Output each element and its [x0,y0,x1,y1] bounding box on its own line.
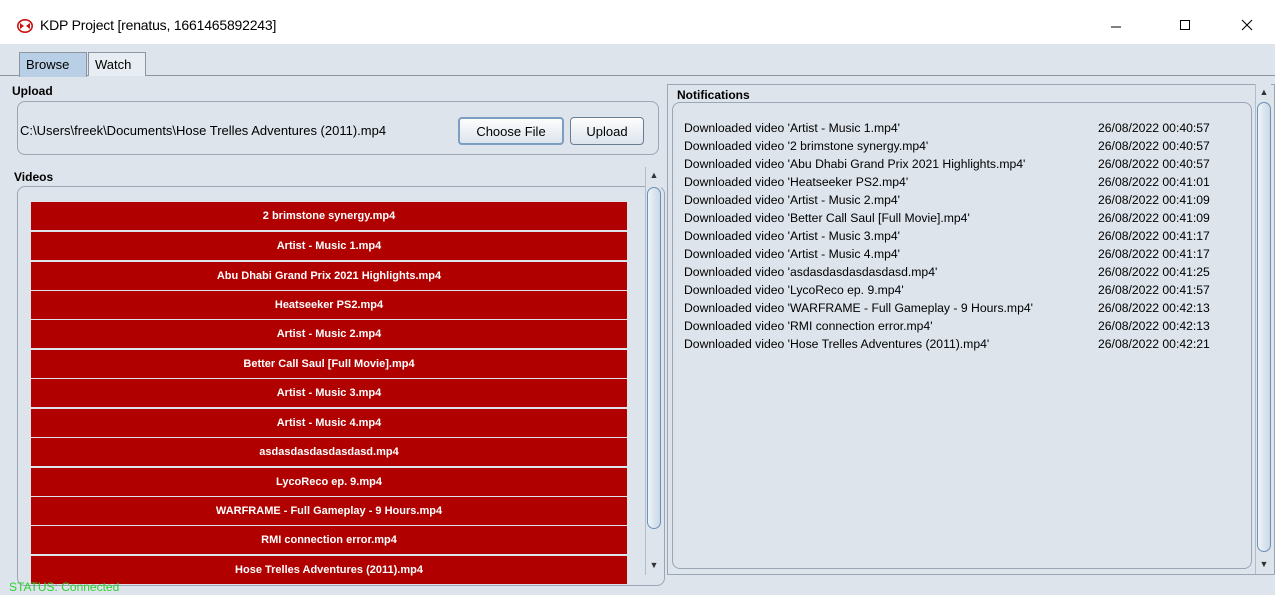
notification-message: Downloaded video 'Abu Dhabi Grand Prix 2… [684,157,1026,171]
minimize-button[interactable] [1093,9,1139,41]
notification-row: Downloaded video 'Artist - Music 1.mp4' 2… [684,121,1244,137]
video-item[interactable]: Artist - Music 1.mp4 [31,232,627,260]
notification-time: 26/08/2022 00:42:13 [1098,319,1210,333]
scroll-up-arrow-icon[interactable]: ▲ [1256,84,1272,100]
scroll-down-arrow-icon[interactable]: ▼ [1256,556,1272,572]
video-item[interactable]: Hose Trelles Adventures (2011).mp4 [31,556,627,584]
video-item[interactable]: LycoReco ep. 9.mp4 [31,468,627,496]
notification-time: 26/08/2022 00:41:57 [1098,283,1210,297]
notification-row: Downloaded video 'Heatseeker PS2.mp4' 26/… [684,175,1244,191]
notification-row: Downloaded video 'asdasdasdasdasdasd.mp4… [684,265,1244,281]
notification-row: Downloaded video 'RMI connection error.m… [684,319,1244,335]
status-text: STATUS: Connected [9,580,120,594]
notification-row: Downloaded video 'Abu Dhabi Grand Prix 2… [684,157,1244,173]
notification-time: 26/08/2022 00:41:25 [1098,265,1210,279]
video-item[interactable]: WARFRAME - Full Gameplay - 9 Hours.mp4 [31,497,627,525]
notification-row: Downloaded video 'Artist - Music 4.mp4' 2… [684,247,1244,263]
video-item[interactable]: Heatseeker PS2.mp4 [31,291,627,319]
notification-message: Downloaded video 'WARFRAME - Full Gamepl… [684,301,1033,315]
notifications-scroll-thumb[interactable] [1257,102,1271,552]
video-item[interactable]: RMI connection error.mp4 [31,526,627,554]
window-title: KDP Project [renatus, 1661465892243] [40,17,277,33]
notification-message: Downloaded video 'RMI connection error.m… [684,319,933,333]
video-item[interactable]: Abu Dhabi Grand Prix 2021 Highlights.mp4 [31,262,627,290]
minimize-icon [1111,26,1121,28]
notification-time: 26/08/2022 00:41:17 [1098,229,1210,243]
notification-time: 26/08/2022 00:41:09 [1098,211,1210,225]
notification-time: 26/08/2022 00:41:09 [1098,193,1210,207]
choose-file-button[interactable]: Choose File [458,117,564,145]
notification-time: 26/08/2022 00:40:57 [1098,139,1210,153]
notification-message: Downloaded video 'Artist - Music 2.mp4' [684,193,900,207]
kdp-app-icon [17,19,33,33]
close-icon [1241,19,1253,31]
notification-message: Downloaded video 'asdasdasdasdasdasd.mp4… [684,265,938,279]
notification-message: Downloaded video 'Heatseeker PS2.mp4' [684,175,909,189]
selected-file-path: C:\Users\freek\Documents\Hose Trelles Ad… [20,123,387,138]
notification-message: Downloaded video '2 brimstone synergy.mp… [684,139,929,153]
upload-button[interactable]: Upload [570,117,644,145]
maximize-button[interactable] [1162,9,1208,41]
notification-time: 26/08/2022 00:41:01 [1098,175,1210,189]
videos-section-title: Videos [14,170,54,184]
notification-time: 26/08/2022 00:41:17 [1098,247,1210,261]
notification-row: Downloaded video '2 brimstone synergy.mp… [684,139,1244,155]
video-item[interactable]: Artist - Music 4.mp4 [31,409,627,437]
notification-message: Downloaded video 'LycoReco ep. 9.mp4' [684,283,904,297]
notification-time: 26/08/2022 00:40:57 [1098,121,1210,135]
maximize-icon [1180,20,1190,30]
videos-scroll-thumb[interactable] [647,187,661,529]
notification-row: Downloaded video 'LycoReco ep. 9.mp4' 26/… [684,283,1244,299]
notification-message: Downloaded video 'Artist - Music 3.mp4' [684,229,900,243]
notifications-scrollbar[interactable]: ▲ ▼ [1255,84,1271,574]
video-item[interactable]: Better Call Saul [Full Movie].mp4 [31,350,627,378]
video-item[interactable]: 2 brimstone synergy.mp4 [31,202,627,230]
notification-row: Downloaded video 'Better Call Saul [Full… [684,211,1244,227]
notification-time: 26/08/2022 00:42:21 [1098,337,1210,351]
tab-browse[interactable]: Browse [19,52,87,77]
video-item[interactable]: Artist - Music 2.mp4 [31,320,627,348]
notification-message: Downloaded video 'Artist - Music 4.mp4' [684,247,900,261]
notification-message: Downloaded video 'Hose Trelles Adventure… [684,337,990,351]
notification-row: Downloaded video 'Hose Trelles Adventure… [684,337,1244,353]
tab-strip: Browse Watch [0,52,1275,77]
notification-row: Downloaded video 'Artist - Music 3.mp4' 2… [684,229,1244,245]
notification-time: 26/08/2022 00:42:13 [1098,301,1210,315]
close-button[interactable] [1224,9,1270,41]
video-item[interactable]: Artist - Music 3.mp4 [31,379,627,407]
title-bar: KDP Project [renatus, 1661465892243] [0,0,1275,44]
notification-row: Downloaded video 'Artist - Music 2.mp4' 2… [684,193,1244,209]
videos-list: 2 brimstone synergy.mp4 Artist - Music 1… [17,186,665,586]
videos-scrollbar[interactable]: ▲ ▼ [645,167,661,575]
scroll-down-arrow-icon[interactable]: ▼ [646,557,662,573]
notification-message: Downloaded video 'Better Call Saul [Full… [684,211,970,225]
notification-time: 26/08/2022 00:40:57 [1098,157,1210,171]
notification-row: Downloaded video 'WARFRAME - Full Gamepl… [684,301,1244,317]
video-item[interactable]: asdasdasdasdasdasd.mp4 [31,438,627,466]
notification-message: Downloaded video 'Artist - Music 1.mp4' [684,121,900,135]
scroll-up-arrow-icon[interactable]: ▲ [646,167,662,183]
upload-section-title: Upload [12,84,53,98]
tab-watch[interactable]: Watch [88,52,146,76]
notifications-section-title: Notifications [677,88,750,102]
